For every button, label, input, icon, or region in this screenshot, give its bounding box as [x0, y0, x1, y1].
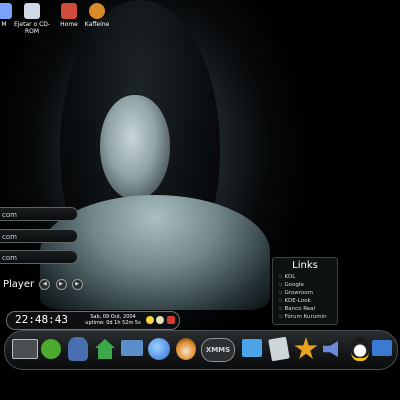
dock-item-penguin[interactable] [173, 336, 199, 362]
dock-item-avatar[interactable] [65, 336, 91, 362]
eject-icon [24, 3, 40, 19]
clock-widget: 22:48:43 Sab, 09 Out, 2004 uptime: 0d 1h… [6, 311, 180, 330]
link-item[interactable]: :: Google [279, 281, 337, 289]
link-item[interactable]: :: Fórum Kurumin [279, 313, 337, 321]
dock-item-home[interactable] [92, 336, 118, 362]
link-item[interactable]: :: Banco Real [279, 305, 337, 313]
side-pane-text: com [2, 254, 17, 262]
editor-icon [268, 336, 290, 362]
terminal-icon [12, 339, 38, 359]
dock-item-xmms[interactable]: XMMS [200, 336, 235, 362]
dock-item-star[interactable] [293, 336, 319, 362]
dock-item-terminal[interactable] [11, 336, 38, 362]
kaffeine-icon [89, 3, 105, 19]
close-icon[interactable] [167, 316, 175, 324]
dock-item-icq[interactable] [38, 336, 64, 362]
desktop-icon-label: Kaffeine [84, 21, 110, 28]
dock-item-video[interactable] [370, 336, 396, 362]
link-item[interactable]: :: KDE-Look [279, 297, 337, 305]
home-icon [61, 3, 77, 19]
penguin-icon [176, 338, 196, 360]
desktop-icon-label: Ejetar o CD-ROM [13, 21, 51, 35]
clock-uptime: uptime: 0d 1h 52m 5s [85, 320, 141, 326]
monitor-icon [242, 339, 262, 357]
link-item[interactable]: :: KDL [279, 273, 337, 281]
dock-item-monitor[interactable] [239, 336, 265, 362]
side-pane-text: com [2, 211, 17, 219]
xmms-icon: XMMS [201, 338, 235, 362]
sun-icon [146, 316, 154, 324]
video-icon [372, 340, 392, 356]
home-icon [95, 339, 115, 359]
dock-item-network[interactable] [119, 336, 145, 362]
side-pane-3[interactable]: com [0, 250, 78, 264]
links-panel: Links :: KDL :: Google :: Growroom :: KD… [272, 257, 338, 325]
player-label: Player [3, 279, 35, 290]
tux-icon [351, 337, 369, 361]
desktop-icon-home[interactable]: Home [58, 3, 80, 31]
desktop-icon-label: Home [60, 21, 78, 28]
side-pane-text: com [2, 233, 17, 241]
clock-time: 22:48:43 [15, 313, 68, 326]
avatar-icon [68, 337, 88, 361]
clock-date-block: Sab, 09 Out, 2004 uptime: 0d 1h 52m 5s [85, 314, 141, 326]
icq-flower-icon [41, 339, 61, 359]
link-item[interactable]: :: Growroom [279, 289, 337, 297]
previous-button[interactable]: ◀ [39, 278, 51, 290]
dock-item-speaker[interactable] [320, 336, 346, 362]
dock-item-editor[interactable] [266, 336, 292, 362]
side-pane-2[interactable]: com [0, 229, 78, 243]
background-face [100, 95, 170, 200]
dock: XMMS [4, 330, 398, 370]
links-list: :: KDL :: Google :: Growroom :: KDE-Look… [279, 273, 337, 321]
next-button[interactable]: ▶ [71, 278, 83, 290]
side-pane-1[interactable]: com [0, 207, 78, 221]
moon-icon [156, 316, 164, 324]
star-icon [294, 337, 318, 359]
browser-icon [148, 338, 170, 360]
desktop-icon-label: M [1, 21, 7, 28]
speaker-icon [323, 341, 338, 357]
player-panel: Player ◀ ▶ ▶ [0, 277, 113, 293]
desktop-icon-kaffeine[interactable]: Kaffeine [82, 3, 112, 31]
desktop-icon-eject-cdrom[interactable]: Ejetar o CD-ROM [10, 3, 54, 35]
dock-item-browser[interactable] [146, 336, 172, 362]
play-button[interactable]: ▶ [55, 278, 67, 290]
links-title: Links [292, 260, 318, 271]
network-icon [121, 340, 143, 356]
